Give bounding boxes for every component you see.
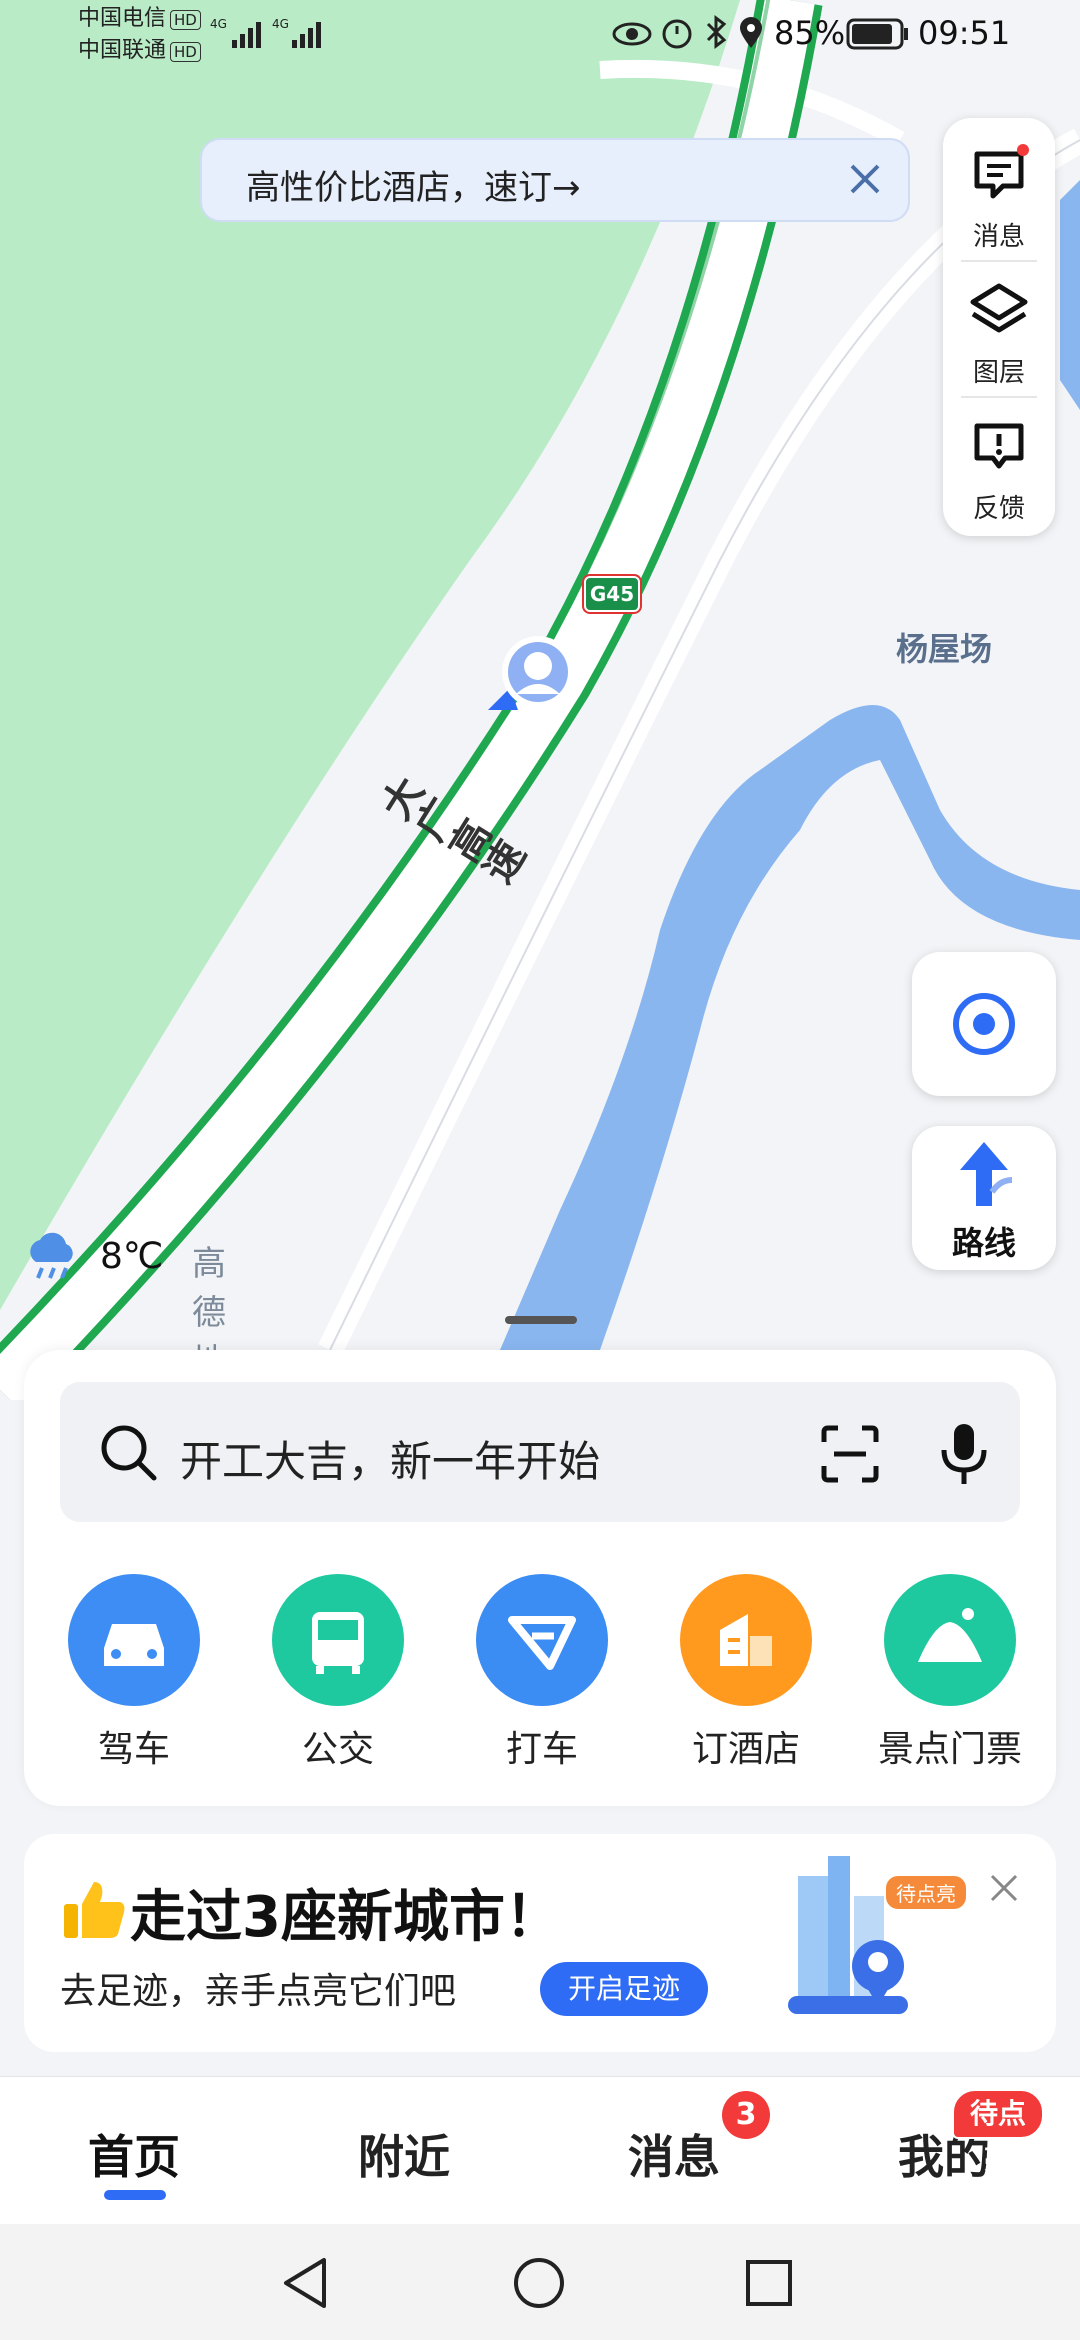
bottom-sheet: 开工大吉，新一年开始 驾车 公交 打车 订酒店 景点门票 <box>24 1350 1056 1806</box>
battery-icon <box>846 18 910 54</box>
taxi-icon <box>476 1574 608 1706</box>
carrier-2: 中国联通 HD <box>78 36 201 66</box>
battery-percent: 85% <box>774 14 846 52</box>
tab-mine[interactable]: 我的 待点亮 <box>844 2089 1044 2187</box>
recents-icon[interactable] <box>742 2256 796 2310</box>
eye-icon <box>612 20 652 52</box>
thumbs-up-icon <box>60 1878 130 1956</box>
svg-text:4G: 4G <box>210 17 227 31</box>
footprint-title: 走过3座新城市！ <box>60 1872 561 1956</box>
quick-taxi[interactable]: 打车 <box>452 1574 632 1772</box>
tool-layers[interactable]: 图层 <box>943 262 1055 398</box>
place-label: 杨屋场 <box>896 630 993 668</box>
city-illustration: 待点亮 <box>768 1846 968 2036</box>
quick-hotel[interactable]: 订酒店 <box>656 1574 836 1772</box>
system-nav-bar <box>0 2224 1080 2340</box>
back-icon[interactable] <box>280 2256 332 2310</box>
drag-handle[interactable] <box>505 1316 577 1324</box>
promo-banner[interactable]: 高性价比酒店，速订→ <box>200 138 910 222</box>
bus-icon <box>272 1574 404 1706</box>
layers-icon <box>970 283 1028 333</box>
route-arrow-icon <box>960 1142 1013 1206</box>
clock: 09:51 <box>918 14 1011 52</box>
quick-scenic[interactable]: 景点门票 <box>860 1574 1040 1772</box>
home-icon[interactable] <box>512 2256 566 2310</box>
tool-message[interactable]: 消息 <box>943 126 1055 262</box>
scenic-icon <box>884 1574 1016 1706</box>
start-footprint-button[interactable]: 开启足迹 <box>540 1962 708 2016</box>
rain-cloud-icon <box>30 1232 73 1279</box>
svg-text:4G: 4G <box>272 17 289 31</box>
hotel-icon <box>680 1574 812 1706</box>
locate-button[interactable] <box>912 952 1056 1096</box>
search-placeholder: 开工大吉，新一年开始 <box>180 1437 601 1486</box>
map-tools-panel: 消息 图层 反馈 <box>943 118 1055 536</box>
pending-badge: 待点亮 <box>952 2089 1044 2176</box>
promo-text: 高性价比酒店，速订→ <box>246 168 581 208</box>
scan-icon[interactable] <box>820 1424 880 1484</box>
footprint-subtitle: 去足迹，亲手点亮它们吧 <box>60 1971 457 2012</box>
signal-icon: 4G 4G <box>208 14 328 58</box>
carrier-1: 中国电信 HD <box>78 4 201 34</box>
shield-label: G45 <box>589 582 635 606</box>
user-location-marker[interactable] <box>488 630 578 720</box>
bottom-tab-bar: 首页 附近 消息 3 我的 待点亮 <box>0 2076 1080 2225</box>
tool-feedback[interactable]: 反馈 <box>943 398 1055 534</box>
temperature: 8℃ <box>100 1236 164 1277</box>
locate-icon <box>953 993 1015 1055</box>
close-icon[interactable] <box>840 154 890 204</box>
close-icon[interactable] <box>986 1870 1022 1906</box>
route-button[interactable]: 路线 <box>912 1126 1056 1270</box>
microphone-icon[interactable] <box>936 1420 992 1488</box>
message-icon <box>974 144 1029 199</box>
status-bar: 中国电信 HD 中国联通 HD 4G 4G 85% 09:51 <box>0 0 1080 70</box>
car-icon <box>68 1574 200 1706</box>
tab-active-indicator <box>104 2190 166 2200</box>
tab-nearby[interactable]: 附近 <box>304 2121 504 2187</box>
quick-bus[interactable]: 公交 <box>248 1574 428 1772</box>
quick-drive[interactable]: 驾车 <box>44 1574 224 1772</box>
tag-pending: 待点亮 <box>886 1876 966 1909</box>
highway-shield: G45 <box>584 576 640 612</box>
search-bar[interactable]: 开工大吉，新一年开始 <box>60 1382 1020 1522</box>
search-icon <box>101 1425 157 1481</box>
location-status-icon <box>738 16 764 54</box>
tab-messages[interactable]: 消息 3 <box>574 2091 774 2187</box>
alarm-icon <box>660 16 694 54</box>
message-count-badge: 3 <box>722 2091 770 2139</box>
bluetooth-icon <box>704 14 728 54</box>
footprint-card[interactable]: 走过3座新城市！ 去足迹，亲手点亮它们吧 开启足迹 待点亮 <box>24 1834 1056 2052</box>
feedback-icon <box>974 423 1024 469</box>
tab-home[interactable]: 首页 <box>34 2121 234 2187</box>
weather-widget[interactable]: 8℃ 高德地图 <box>22 1228 226 1431</box>
